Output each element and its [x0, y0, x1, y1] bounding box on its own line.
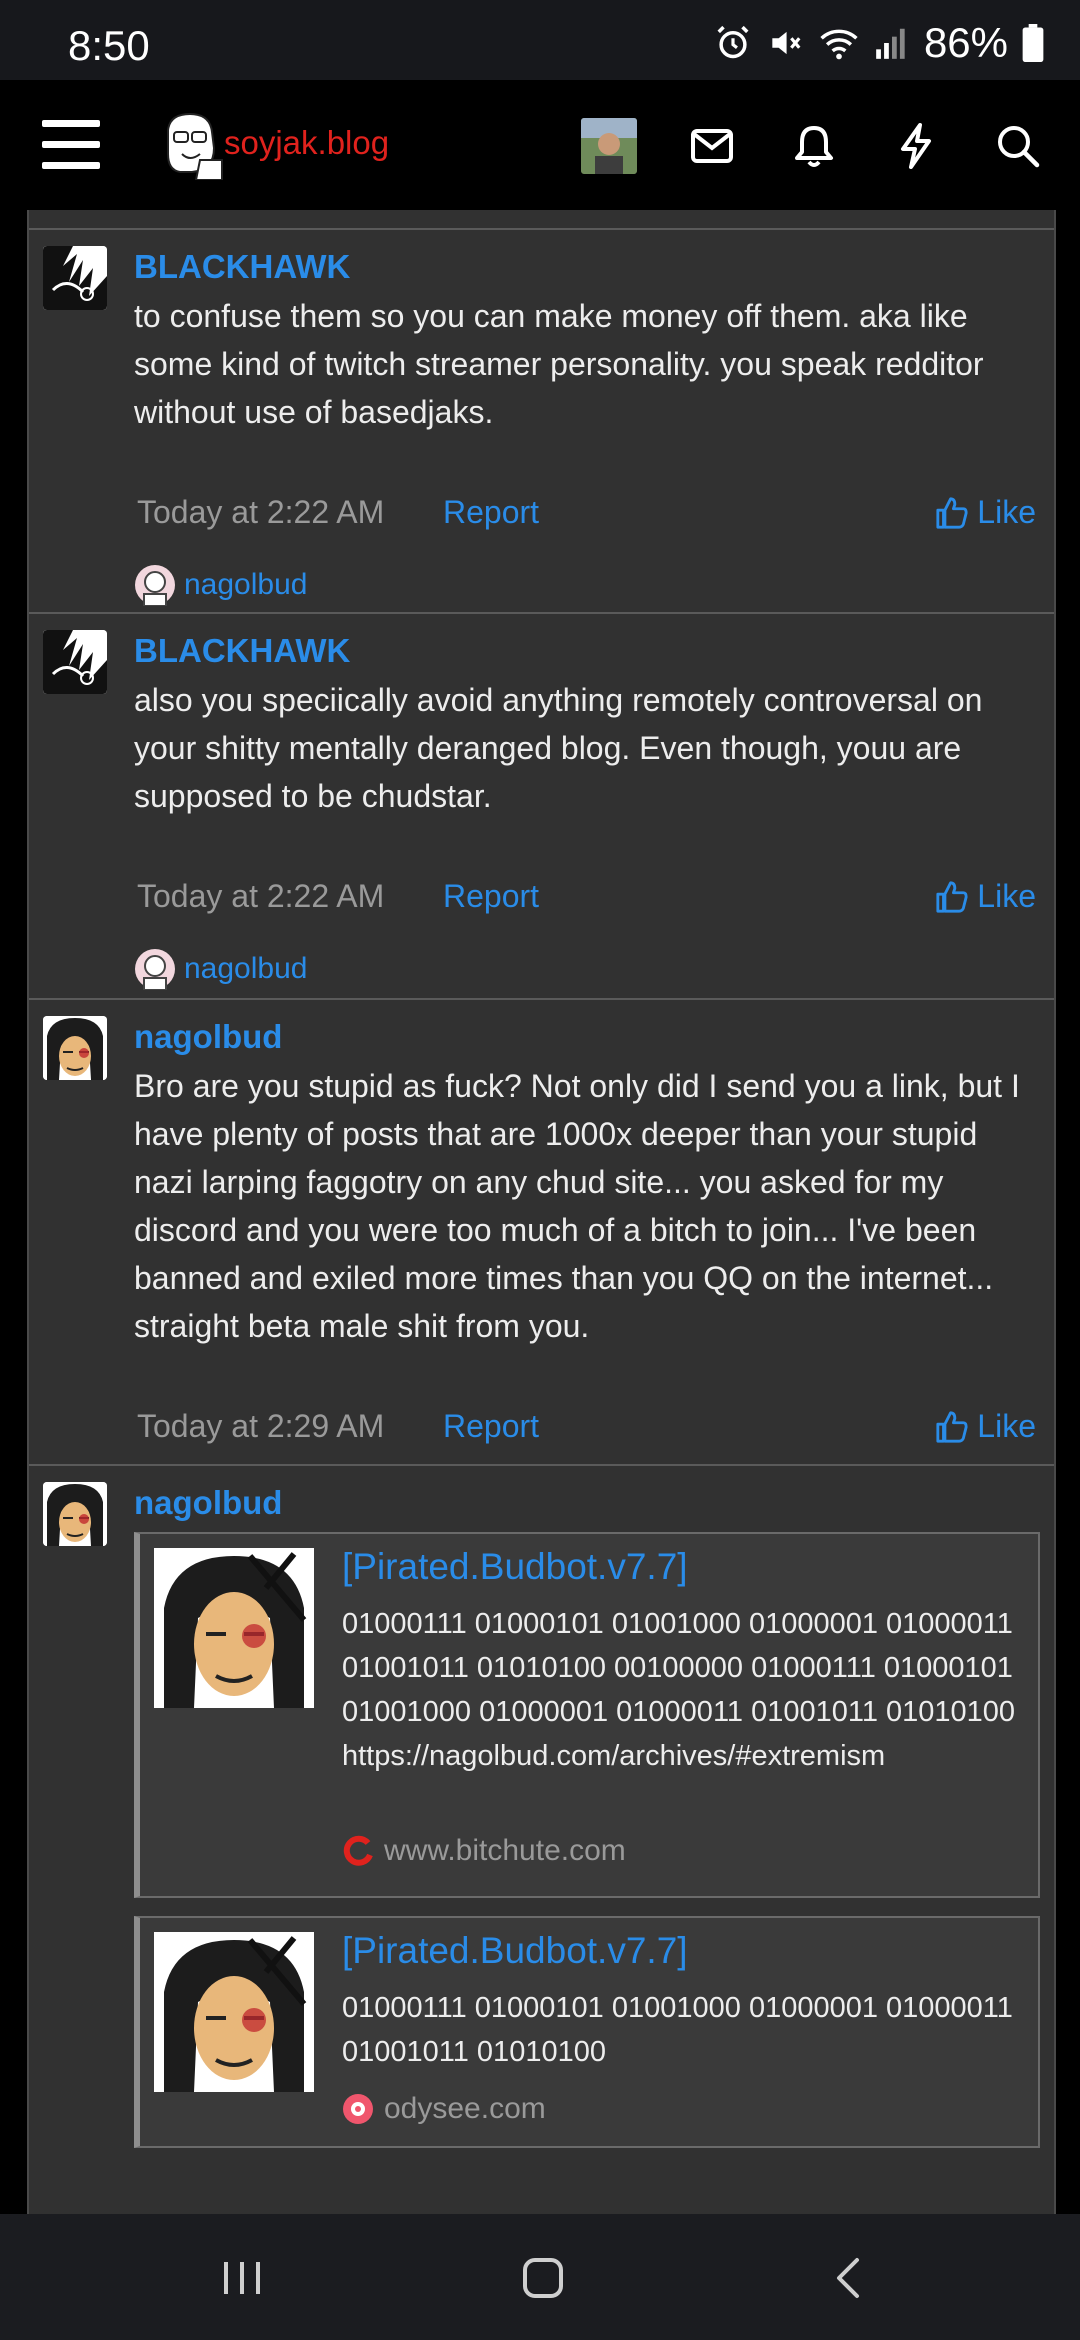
mute-icon [772, 31, 801, 55]
post-username[interactable]: BLACKHAWK [134, 248, 350, 286]
like-label: Like [977, 494, 1036, 530]
signal-icon [876, 28, 905, 59]
embed-description: 01000111 01000101 01001000 01000001 0100… [342, 1608, 1016, 1772]
like-label: Like [977, 878, 1036, 914]
embed-source[interactable]: www.bitchute.com [342, 1834, 626, 1868]
menu-icon[interactable] [42, 120, 100, 170]
message-post: nagolbud Bro are you stupid as fuck? Not… [29, 998, 1054, 1464]
embed-site-name: odysee.com [384, 2092, 546, 2125]
reactions-bar[interactable]: nagolbud [134, 948, 307, 990]
embed-site-name: www.bitchute.com [384, 1834, 626, 1867]
message-post: BLACKHAWK to confuse them so you can mak… [29, 228, 1054, 612]
reaction-avatar [135, 949, 175, 990]
thumbs-up-icon [936, 880, 968, 913]
alarm-icon [717, 25, 749, 59]
post-avatar[interactable] [43, 630, 107, 694]
like-button[interactable]: Like [935, 878, 1036, 915]
reaction-username[interactable]: nagolbud [184, 952, 307, 986]
post-message: Bro are you stupid as fuck? Not only did… [134, 1068, 1020, 1344]
post-timestamp[interactable]: Today at 2:22 AM [137, 494, 384, 531]
wifi-icon [820, 29, 858, 60]
reactions-bar[interactable]: nagolbud [134, 564, 307, 606]
back-button[interactable] [808, 2248, 888, 2308]
embed-thumbnail[interactable] [154, 1932, 314, 2092]
embed-thumbnail[interactable] [154, 1548, 314, 1708]
embed-title[interactable]: [Pirated.Budbot.v7.7] [342, 1546, 688, 1588]
embed-description: 01000111 01000101 01001000 01000001 0100… [342, 1992, 1013, 2068]
home-button[interactable] [503, 2248, 583, 2308]
site-logo[interactable] [160, 110, 226, 181]
post-username[interactable]: BLACKHAWK [134, 632, 350, 670]
system-navigation-bar [0, 2214, 1080, 2340]
like-button[interactable]: Like [935, 1408, 1036, 1445]
recent-apps-icon [224, 2262, 260, 2294]
battery-percent: 86% [923, 19, 1008, 66]
like-button[interactable]: Like [935, 494, 1036, 531]
message-post: nagolbud [Pirated.Budbot.v7.7] 01000111 … [29, 1464, 1054, 2214]
post-username[interactable]: nagolbud [134, 1018, 282, 1056]
odysee-icon [343, 2094, 373, 2124]
bell-icon[interactable] [786, 118, 842, 174]
thumbs-up-icon [936, 1410, 968, 1443]
link-embed[interactable]: [Pirated.Budbot.v7.7] 01000111 01000101 … [134, 1532, 1040, 1898]
site-header: soyjak.blog [0, 80, 1080, 210]
post-username[interactable]: nagolbud [134, 1484, 282, 1522]
thread-content: BLACKHAWK to confuse them so you can mak… [0, 210, 1080, 2214]
bolt-icon[interactable] [888, 118, 944, 174]
post-message: to confuse them so you can make money of… [134, 298, 984, 430]
message-list: BLACKHAWK to confuse them so you can mak… [27, 210, 1056, 2214]
report-link[interactable]: Report [443, 878, 539, 915]
embed-title[interactable]: [Pirated.Budbot.v7.7] [342, 1930, 688, 1972]
home-icon [523, 2258, 563, 2298]
post-message: also you speciically avoid anything remo… [134, 682, 983, 814]
back-icon [837, 2258, 859, 2298]
mail-icon[interactable] [684, 118, 740, 174]
search-icon[interactable] [990, 118, 1046, 174]
like-label: Like [977, 1408, 1036, 1444]
post-avatar[interactable] [43, 1016, 107, 1080]
link-embed[interactable]: [Pirated.Budbot.v7.7] 01000111 01000101 … [134, 1916, 1040, 2148]
bitchute-icon [343, 1835, 373, 1866]
reaction-avatar [135, 565, 175, 606]
site-name[interactable]: soyjak.blog [224, 124, 389, 162]
post-timestamp[interactable]: Today at 2:29 AM [137, 1408, 384, 1445]
message-post: BLACKHAWK also you speciically avoid any… [29, 612, 1054, 998]
post-avatar[interactable] [43, 1482, 107, 1546]
status-bar: 8:50 86% [0, 0, 1080, 80]
user-avatar[interactable] [581, 118, 637, 174]
recent-apps-button[interactable] [202, 2248, 282, 2308]
report-link[interactable]: Report [443, 494, 539, 531]
thumbs-up-icon [936, 496, 968, 529]
post-timestamp[interactable]: Today at 2:22 AM [137, 878, 384, 915]
reaction-username[interactable]: nagolbud [184, 568, 307, 602]
status-icons: 86% [714, 19, 1044, 66]
battery-icon [1022, 24, 1044, 62]
status-time: 8:50 [68, 22, 150, 69]
report-link[interactable]: Report [443, 1408, 539, 1445]
post-avatar[interactable] [43, 246, 107, 310]
embed-source[interactable]: odysee.com [342, 2092, 546, 2126]
